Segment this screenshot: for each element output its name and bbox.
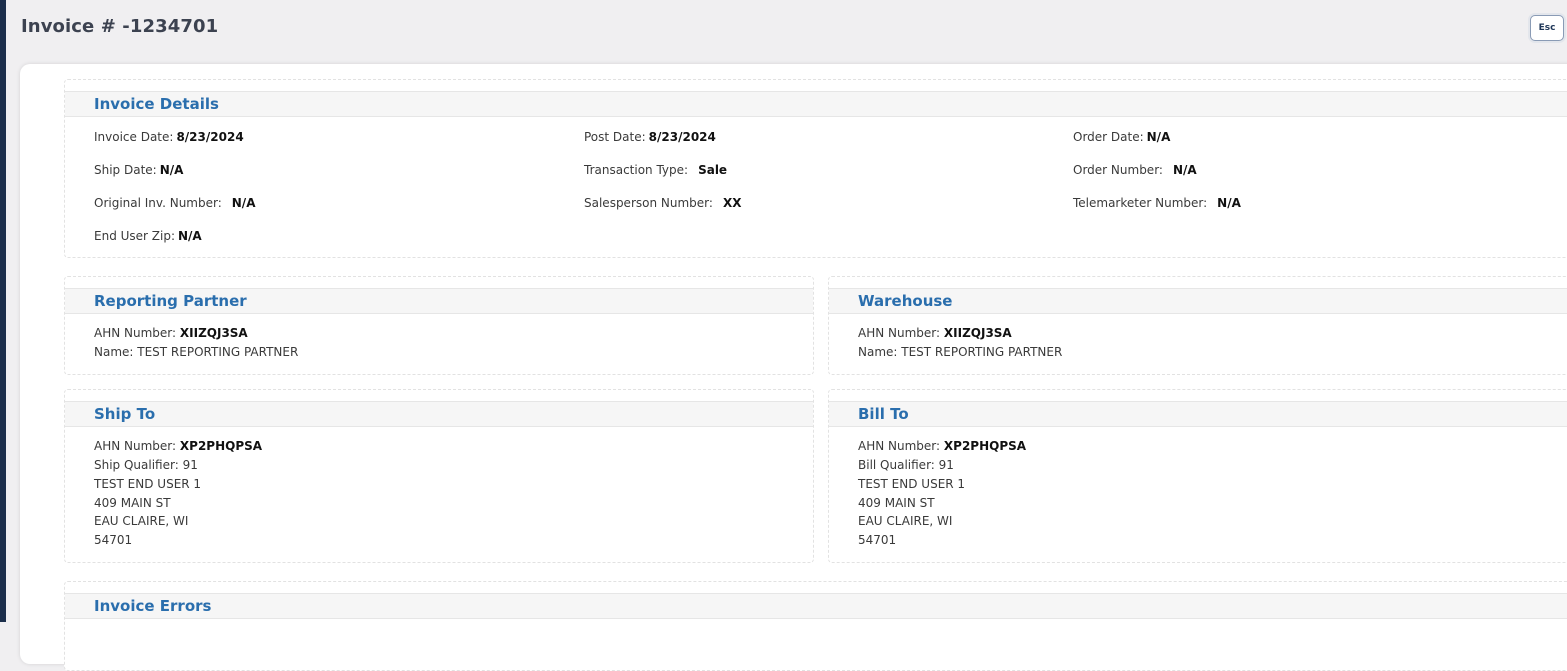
section-header: Reporting Partner — [65, 288, 813, 314]
field-value: N/A — [1172, 163, 1197, 177]
field-value: 8/23/2024 — [648, 130, 716, 144]
field-value: 8/23/2024 — [176, 130, 244, 144]
esc-button[interactable]: Esc — [1530, 15, 1564, 41]
street-line: 409 MAIN ST — [94, 496, 171, 510]
field-label: AHN Number: — [94, 326, 177, 340]
end-user-zip-field: End User Zip: N/A — [94, 229, 202, 243]
section-title: Invoice Details — [94, 95, 219, 113]
ahn-number-line: AHN Number: XP2PHQPSA — [94, 439, 262, 453]
field-label: Transaction Type: — [584, 163, 689, 177]
qualifier-line: Ship Qualifier: 91 — [94, 458, 198, 472]
invoice-date-field: Invoice Date: 8/23/2024 — [94, 130, 244, 144]
field-value: XX — [722, 196, 742, 210]
post-date-field: Post Date: 8/23/2024 — [584, 130, 716, 144]
name-line: Name: TEST REPORTING PARTNER — [94, 345, 299, 359]
name-line: Name: TEST REPORTING PARTNER — [858, 345, 1063, 359]
ship-date-field: Ship Date: N/A — [94, 163, 183, 177]
section-header: Bill To — [829, 401, 1567, 427]
ahn-number-line: AHN Number: XIIZQJ3SA — [94, 326, 248, 340]
field-value: N/A — [159, 163, 184, 177]
name-line: TEST END USER 1 — [94, 477, 202, 491]
invoice-details-section: Invoice Details Invoice Date: 8/23/2024 P… — [64, 79, 1567, 258]
city-state-line: EAU CLAIRE, WI — [858, 514, 953, 528]
zip-line: 54701 — [94, 533, 133, 547]
street-line: 409 MAIN ST — [858, 496, 935, 510]
field-label: Salesperson Number: — [584, 196, 713, 210]
page-title: Invoice # -1234701 — [21, 16, 219, 37]
zip-line: 54701 — [858, 533, 897, 547]
section-title: Reporting Partner — [94, 292, 247, 310]
field-label: Post Date: — [584, 130, 646, 144]
field-label: Telemarketer Number: — [1073, 196, 1208, 210]
section-title: Ship To — [94, 405, 156, 423]
section-header: Invoice Errors — [65, 593, 1567, 619]
ahn-number-value: XIIZQJ3SA — [943, 326, 1012, 340]
field-label: Invoice Date: — [94, 130, 174, 144]
transaction-type-field: Transaction Type: Sale — [584, 163, 727, 177]
section-title: Bill To — [858, 405, 909, 423]
invoice-card: Invoice Details Invoice Date: 8/23/2024 P… — [20, 64, 1567, 671]
section-title: Warehouse — [858, 292, 953, 310]
field-label: AHN Number: — [858, 439, 941, 453]
order-date-field: Order Date: N/A — [1073, 130, 1170, 144]
name-line: TEST END USER 1 — [858, 477, 966, 491]
field-value: N/A — [231, 196, 256, 210]
reporting-partner-section: Reporting Partner AHN Number: XIIZQJ3SA … — [64, 276, 814, 375]
field-value: Sale — [698, 163, 728, 177]
field-label: Original Inv. Number: — [94, 196, 222, 210]
field-label: AHN Number: — [858, 326, 941, 340]
telemarketer-number-field: Telemarketer Number: N/A — [1073, 196, 1241, 210]
field-label: End User Zip: — [94, 229, 175, 243]
field-label: Ship Date: — [94, 163, 157, 177]
section-header: Ship To — [65, 401, 813, 427]
qualifier-line: Bill Qualifier: 91 — [858, 458, 954, 472]
original-inv-number-field: Original Inv. Number: N/A — [94, 196, 255, 210]
field-value: N/A — [1217, 196, 1241, 210]
field-label: Order Date: — [1073, 130, 1144, 144]
section-header: Invoice Details — [65, 91, 1567, 117]
field-label: AHN Number: — [94, 439, 177, 453]
ahn-number-line: AHN Number: XP2PHQPSA — [858, 439, 1026, 453]
ship-to-section: Ship To AHN Number: XP2PHQPSA Ship Quali… — [64, 389, 814, 563]
warehouse-section: Warehouse AHN Number: XIIZQJ3SA Name: TE… — [828, 276, 1567, 375]
invoice-errors-section: Invoice Errors — [64, 581, 1567, 671]
field-value: N/A — [1146, 130, 1171, 144]
city-state-line: EAU CLAIRE, WI — [94, 514, 189, 528]
section-header: Warehouse — [829, 288, 1567, 314]
ahn-number-value: XIIZQJ3SA — [179, 326, 248, 340]
salesperson-number-field: Salesperson Number: XX — [584, 196, 741, 210]
ahn-number-value: XP2PHQPSA — [179, 439, 263, 453]
field-label: Order Number: — [1073, 163, 1163, 177]
field-value: N/A — [178, 229, 202, 243]
bill-to-section: Bill To AHN Number: XP2PHQPSA Bill Quali… — [828, 389, 1567, 563]
left-edge-strip — [0, 0, 6, 622]
ahn-number-value: XP2PHQPSA — [943, 439, 1027, 453]
ahn-number-line: AHN Number: XIIZQJ3SA — [858, 326, 1012, 340]
order-number-field: Order Number: N/A — [1073, 163, 1197, 177]
section-title: Invoice Errors — [94, 597, 212, 615]
